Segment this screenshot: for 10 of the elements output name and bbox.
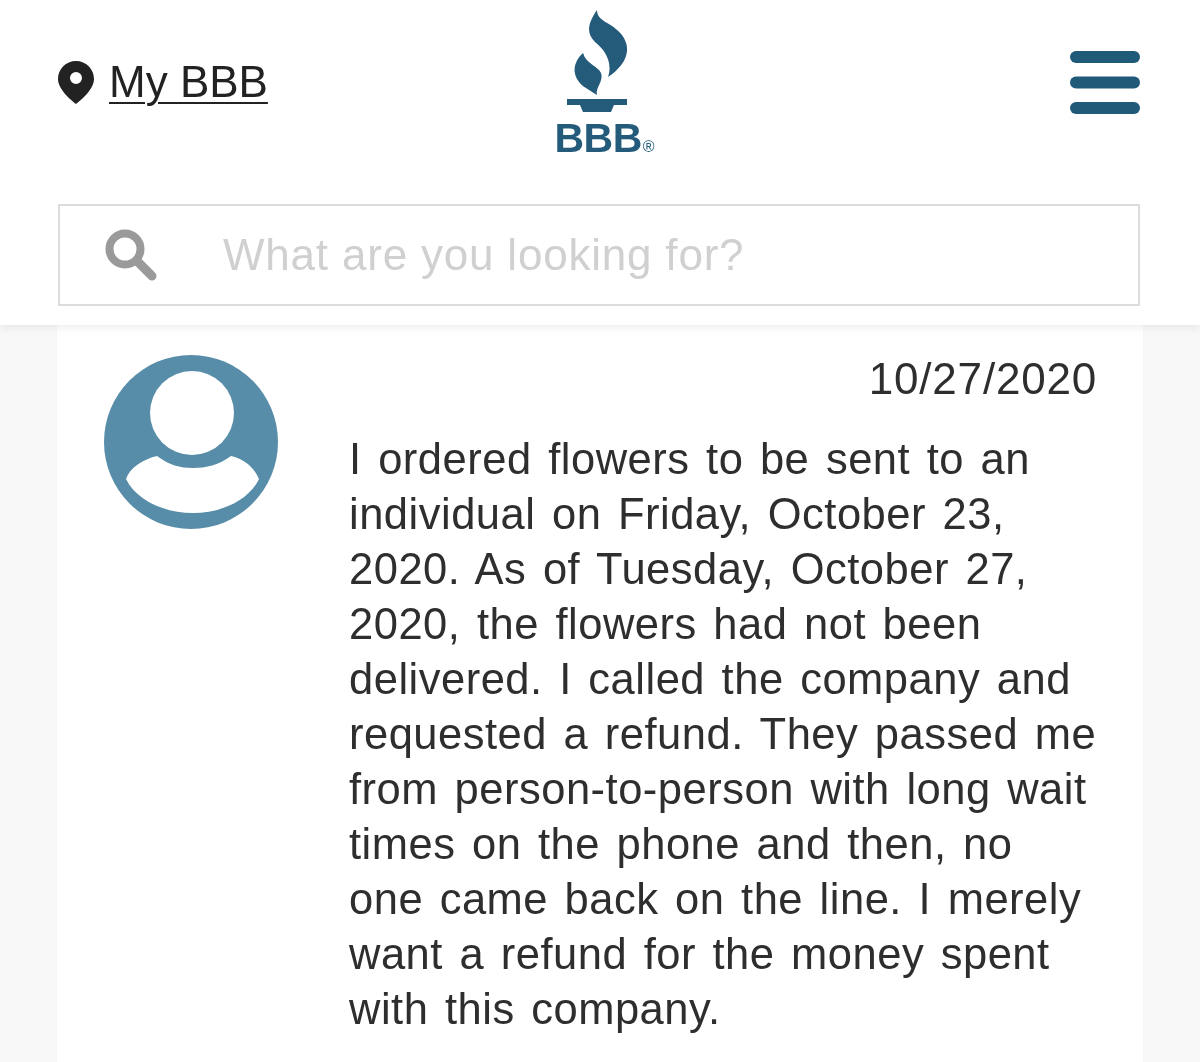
torch-logo-icon[interactable] (567, 10, 627, 113)
review-text: I ordered flowers to be sent to an individual on Friday, October 23, 2020. As of Tuesday, October 27, 2020, the flowers had not been delivered. I called the company and requested a refund. They passed me from person-to-person with long wait times on the phone and then, no one came back on the line. I merely want a refund for the money spent with this company. (349, 434, 1097, 1035)
search-icon (105, 229, 157, 281)
logo-wordmark: BBB (554, 122, 642, 155)
review-date: 10/27/2020 (867, 353, 1097, 405)
user-avatar-icon (104, 355, 278, 529)
my-bbb-link[interactable]: My BBB (109, 58, 268, 107)
location-pin-icon[interactable] (58, 61, 94, 104)
registered-mark: ® (642, 138, 655, 155)
menu-icon[interactable] (1070, 51, 1140, 114)
